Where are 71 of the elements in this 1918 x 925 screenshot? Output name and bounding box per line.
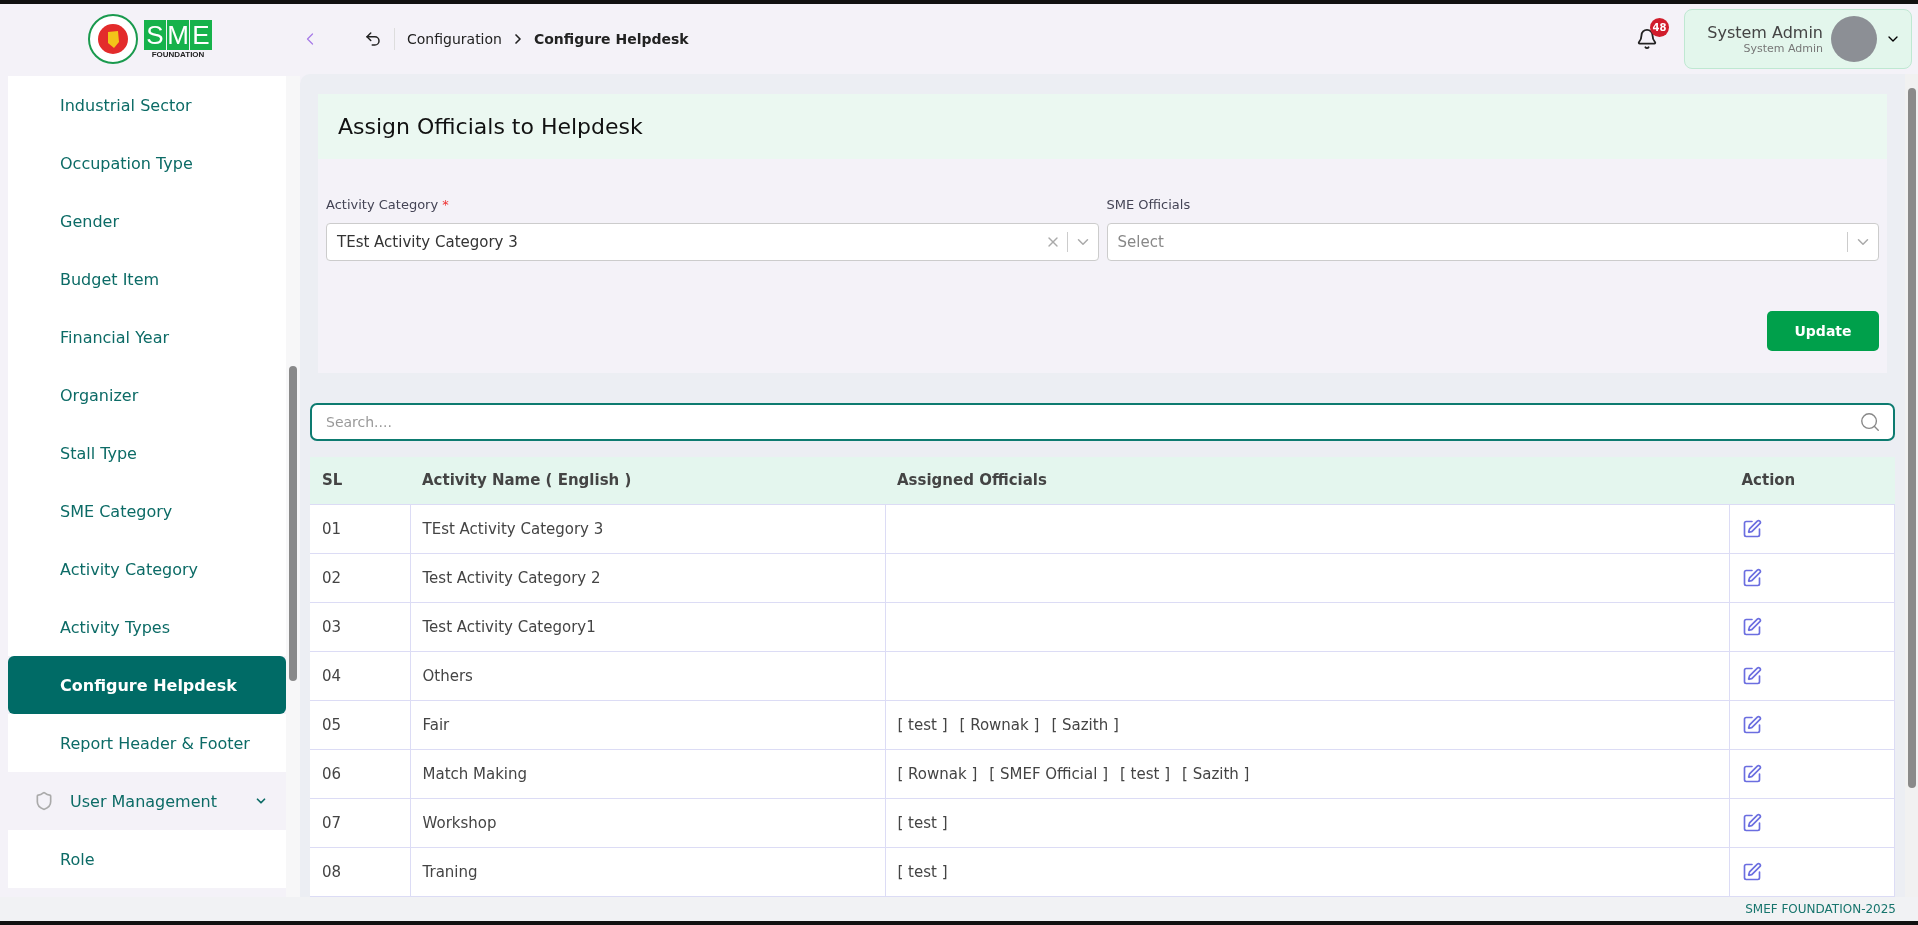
edit-icon[interactable] (1742, 862, 1762, 882)
edit-icon[interactable] (1742, 568, 1762, 588)
table-cell: 08 (310, 847, 410, 897)
back-icon[interactable] (364, 30, 382, 48)
edit-icon[interactable] (1742, 617, 1762, 637)
sidebar-item[interactable]: Gender (8, 192, 286, 250)
logo-letter: M (167, 19, 189, 50)
table-cell: Test Activity Category1 (410, 602, 885, 652)
table-cell: 06 (310, 749, 410, 799)
logo-letter: S (144, 19, 166, 50)
page-title: Assign Officials to Helpdesk (338, 113, 643, 139)
notification-count: 48 (1650, 18, 1669, 37)
table-cell: [ test ] (885, 847, 1730, 897)
table-cell: Match Making (410, 749, 885, 799)
sidebar-item[interactable]: Activity Category (8, 540, 286, 598)
table-cell: [ test ] [ Rownak ] [ Sazith ] (885, 700, 1730, 750)
table-cell: 07 (310, 798, 410, 848)
sidebar-item[interactable]: Industrial Sector (8, 76, 286, 134)
sidebar-item[interactable]: SME Category (8, 482, 286, 540)
select-field[interactable]: Select (1106, 222, 1879, 261)
logo-letter: E (190, 19, 212, 50)
sidebar-item[interactable]: Configure Helpdesk (8, 656, 286, 714)
shield-user-icon (34, 791, 54, 811)
avatar (1831, 16, 1877, 62)
sidebar-item[interactable]: Stall Type (8, 424, 286, 482)
table-cell: 04 (310, 651, 410, 701)
table-cell: Fair (410, 700, 885, 750)
table-cell: 03 (310, 602, 410, 652)
edit-icon[interactable] (1742, 813, 1762, 833)
user-role: System Admin (1743, 42, 1823, 55)
field-label: SME Officials (1106, 196, 1192, 212)
table-cell: Workshop (410, 798, 885, 848)
table-cell: Test Activity Category 2 (410, 553, 885, 603)
search-field[interactable]: Search.... (310, 402, 1895, 441)
breadcrumb-item: Configure Helpdesk (533, 31, 689, 47)
field-label: Activity Category * (326, 196, 450, 212)
table-cell: TEst Activity Category 3 (410, 504, 885, 554)
edit-icon[interactable] (1742, 764, 1762, 784)
table-cell: Traning (410, 847, 885, 897)
edit-icon[interactable] (1742, 666, 1762, 686)
edit-icon[interactable] (1742, 519, 1762, 539)
table-cell: Others (410, 651, 885, 701)
update-button[interactable]: Update (1767, 310, 1879, 351)
scrollbar-thumb[interactable] (1907, 88, 1916, 788)
column-header: Action (1729, 456, 1895, 505)
footer-text: SMEF FOUNDATION-2025 (1745, 902, 1896, 916)
sidebar-item[interactable]: Occupation Type (8, 134, 286, 192)
table-cell: [ test ] (885, 798, 1730, 848)
sidebar-item[interactable]: Activity Types (8, 598, 286, 656)
column-header: SL (310, 456, 410, 505)
sidebar-item[interactable]: Role (8, 830, 286, 888)
column-header: Activity Name ( English ) (410, 456, 885, 505)
table-cell: 05 (310, 700, 410, 750)
search-icon[interactable] (1859, 410, 1881, 433)
table-cell: 02 (310, 553, 410, 603)
sidebar-item[interactable]: Organizer (8, 366, 286, 424)
sidebar-item[interactable]: Report Header & Footer (8, 714, 286, 772)
table-cell: 01 (310, 504, 410, 554)
scrollbar-thumb[interactable] (289, 366, 297, 681)
user-name: System Admin (1707, 23, 1823, 42)
table-cell: [ Rownak ] [ SMEF Official ] [ test ] [ Sazith ] (885, 749, 1730, 799)
sidebar-item[interactable]: Budget Item (8, 250, 286, 308)
logo-subtitle: FOUNDATION (151, 49, 205, 59)
column-header: Assigned Officials (885, 456, 1730, 505)
sidebar-group[interactable]: User Management (8, 772, 286, 830)
sidebar-item[interactable]: Financial Year (8, 308, 286, 366)
user-menu-button[interactable]: System Admin System Admin (1684, 9, 1912, 69)
select-field[interactable]: TEst Activity Category 3 (326, 222, 1099, 261)
edit-icon[interactable] (1742, 715, 1762, 735)
breadcrumb-item[interactable]: Configuration (407, 31, 502, 47)
emblem-icon (88, 14, 138, 64)
